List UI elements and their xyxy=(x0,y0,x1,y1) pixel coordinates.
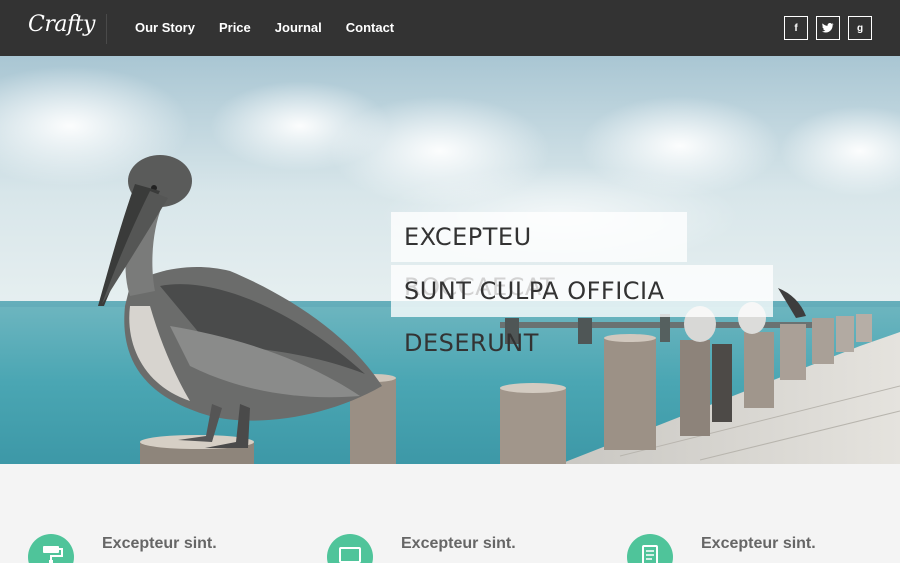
monitor-icon xyxy=(327,534,373,563)
nav-link-our-story[interactable]: Our Story xyxy=(135,20,195,35)
feature-title: Excepteur sint. xyxy=(102,535,217,552)
top-navbar: Crafty Our Story Price Journal Contact f… xyxy=(0,0,900,56)
main-nav: Our Story Price Journal Contact xyxy=(135,20,418,35)
nav-divider xyxy=(106,14,107,44)
brand-logo[interactable]: Crafty xyxy=(28,12,95,37)
nav-link-journal[interactable]: Journal xyxy=(275,20,322,35)
feature-title: Excepteur sint. xyxy=(401,535,516,552)
hero-headline-line-1: EXCEPTEU ROCCAECAT xyxy=(391,212,687,301)
feature-title: Excepteur sint. xyxy=(701,535,816,552)
twitter-icon[interactable] xyxy=(816,16,840,40)
google-plus-icon[interactable]: g xyxy=(848,16,872,40)
paint-roller-icon xyxy=(28,534,74,563)
document-icon xyxy=(627,534,673,563)
hero-headline-line-2: SUNT CULPA OFFICIA DESERUNT xyxy=(391,265,773,357)
nav-link-price[interactable]: Price xyxy=(219,20,251,35)
features-section: Excepteur sint. Excepteur sint. Excepteu… xyxy=(0,464,900,563)
facebook-icon[interactable]: f xyxy=(784,16,808,40)
nav-link-contact[interactable]: Contact xyxy=(346,20,394,35)
hero-banner: EXCEPTEU ROCCAECAT SUNT CULPA OFFICIA DE… xyxy=(0,56,900,464)
